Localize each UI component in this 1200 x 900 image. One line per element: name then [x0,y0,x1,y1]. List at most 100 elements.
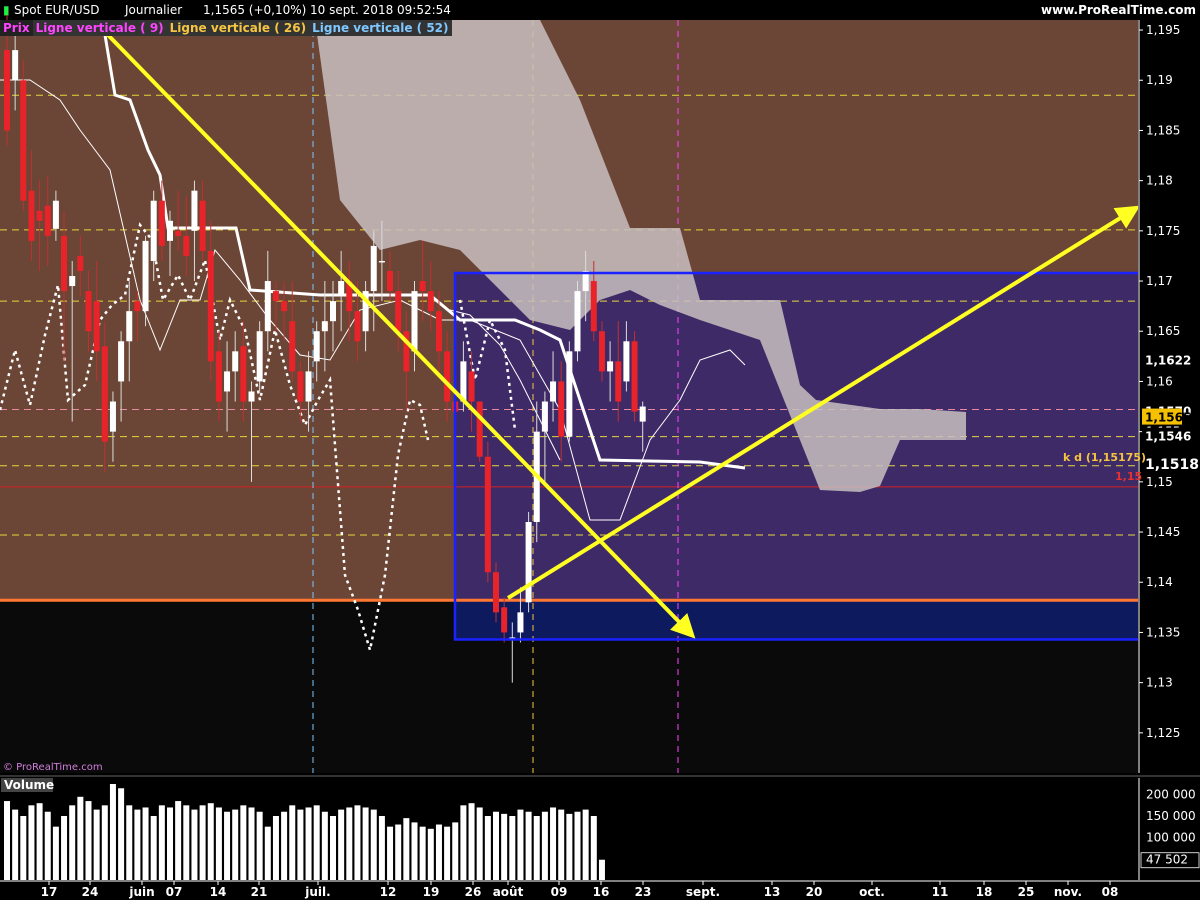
legend-vline-52[interactable]: Ligne verticale ( 52) [309,20,452,36]
volume-bar [484,816,491,880]
price-tick-label: 1,195 [1146,23,1180,37]
volume-bar [338,809,345,880]
legend-vline-9[interactable]: Ligne verticale ( 9) [32,20,167,36]
kijun-tag: 1,1518 [1145,457,1199,473]
volume-bar [362,807,369,880]
zone-fill-low [455,600,1138,640]
candle [248,391,255,402]
candle [305,371,312,402]
volume-bar [493,811,499,880]
volume-bar [207,803,214,880]
candle [387,271,394,292]
volume-bar [289,805,296,880]
volume-bar [36,803,43,880]
candle [281,301,288,312]
volume-bar [28,805,35,880]
candle [12,50,19,81]
candle [517,612,524,633]
volume-bar [476,807,483,880]
candle [69,276,76,287]
candle [77,255,84,271]
volume-bar [419,826,426,880]
candle [142,240,149,312]
volume-bar [44,811,51,880]
volume-bar [69,805,76,880]
volume-tick-label: 100 000 [1146,830,1196,844]
candle [52,200,59,229]
date-tick-label: 12 [380,885,397,899]
date-tick-label: 07 [166,885,183,899]
volume-bar [142,807,149,880]
price-chart[interactable]: 1,1251,131,1351,141,1451,151,1551,161,16… [0,0,1200,900]
volume-bar [550,807,557,880]
candle [338,281,345,297]
candle [395,291,402,332]
candle [118,341,125,382]
volume-bar [134,809,141,880]
price-tick-label: 1,19 [1146,73,1173,87]
volume-bar [232,809,239,880]
date-tick-label: août [493,885,524,899]
candle [370,245,377,292]
volume-bar [387,826,394,880]
volume-bar [501,813,508,880]
candle [468,371,475,402]
round-level-label: 1,15 [1115,470,1142,483]
price-tick-label: 1,18 [1146,174,1173,188]
volume-bar [167,807,173,880]
volume-bar [297,809,304,880]
volume-bar [517,809,524,880]
volume-bar [150,816,157,880]
candle [191,190,198,231]
legend-vline-26[interactable]: Ligne verticale ( 26) [166,20,310,36]
candle [101,346,108,442]
price-tick-label: 1,165 [1146,324,1180,338]
price-tick-label: 1,135 [1146,625,1180,639]
volume-bar [558,809,565,880]
volume-bar [468,803,475,880]
volume-bar [460,805,467,880]
candle [427,291,434,312]
volume-bar [77,796,84,880]
price-tick-label: 1,185 [1146,123,1180,137]
candle [574,291,581,352]
candle [150,200,157,261]
volume-bar [395,824,402,880]
candle [615,361,622,402]
price-tick-label: 1,16 [1146,374,1173,388]
volume-title: Volume [4,778,54,792]
watermark: © ProRealTime.com [3,762,103,773]
price-tick-label: 1,175 [1146,224,1180,238]
candle [199,200,206,251]
high-tag: 1,1622 [1145,353,1191,367]
volume-bar [20,816,27,880]
candle [109,401,116,432]
candle [558,381,565,437]
volume-bar [61,816,68,880]
date-tick-label: juil. [304,885,330,899]
candle [444,351,451,402]
price-tick-label: 1,145 [1146,525,1180,539]
legend-price[interactable]: Prix [0,20,33,36]
candle [435,311,442,352]
volume-bar [12,809,19,880]
candle [313,331,320,362]
date-tick-label: nov. [1054,885,1082,899]
candle [256,331,263,382]
volume-bar [281,811,288,880]
volume-bar [444,826,451,880]
volume-bar [313,805,320,880]
candle [134,301,141,312]
candle [330,301,336,322]
candle [215,351,222,402]
candle [167,220,173,241]
volume-bar [525,811,532,880]
volume-bar [118,788,125,880]
candle [623,341,630,382]
volume-bar [240,805,247,880]
volume-bar [427,828,434,880]
volume-bar [224,811,231,880]
candle [419,281,426,292]
date-tick-label: 13 [764,885,781,899]
volume-bar [256,811,263,880]
